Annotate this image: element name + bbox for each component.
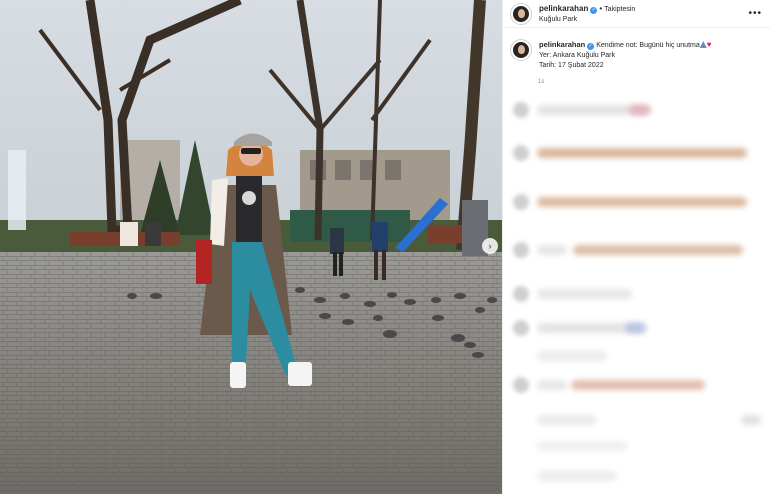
caption-avatar[interactable] — [511, 40, 531, 60]
blurred-comment — [503, 346, 770, 366]
blurred-emoji — [625, 323, 645, 333]
follow-status-button[interactable]: Takiptesin — [604, 6, 635, 13]
caption-username[interactable]: pelinkarahan — [539, 40, 585, 49]
blurred-comment-text — [537, 148, 747, 158]
comment-avatar — [513, 145, 529, 161]
blurred-comment — [503, 284, 770, 304]
comment-avatar — [513, 242, 529, 258]
blurred-comment-text — [537, 197, 747, 207]
blurred-comment-text — [537, 245, 567, 255]
caption-line-3: Tarih: 17 Şubat 2022 — [539, 62, 604, 69]
blurred-comment-text — [573, 245, 743, 255]
verified-badge-icon: ✓ — [587, 43, 595, 50]
header-text: pelinkarahan ✓ • Takiptesin Kuğulu Park — [539, 2, 635, 25]
blurred-comment-text — [537, 380, 567, 390]
next-photo-button[interactable]: › — [482, 238, 498, 254]
instagram-post-window: › pelinkarahan ✓ • Takiptesin Kuğulu Park •… — [0, 0, 770, 494]
blurred-comment — [503, 466, 770, 486]
caption-line-2: Yer: Ankara Kuğulu Park — [539, 52, 616, 59]
blurred-comment — [503, 240, 770, 260]
caption-body: pelinkarahan ✓ Kendime not: Bugünü hiç un… — [539, 40, 712, 71]
comment-avatar — [513, 286, 529, 302]
blurred-comment-text — [571, 380, 705, 390]
red-heart-emoji: ♥ — [706, 40, 712, 49]
blurred-comment — [503, 375, 770, 395]
comment-avatar — [513, 320, 529, 336]
caption-line-1: Kendime not: Bugünü hiç unutma — [596, 42, 700, 49]
post-sidebar: pelinkarahan ✓ • Takiptesin Kuğulu Park •••… — [502, 0, 770, 494]
blurred-comment-text — [537, 441, 627, 451]
post-time[interactable]: 1s — [503, 71, 770, 85]
location-link[interactable]: Kuğulu Park — [539, 15, 635, 25]
blurred-like-icon — [741, 415, 761, 425]
blurred-comment — [503, 143, 770, 163]
comment-avatar — [513, 377, 529, 393]
blurred-emoji — [629, 105, 651, 115]
blurred-comment — [503, 100, 770, 120]
more-options-icon[interactable]: ••• — [748, 8, 762, 19]
chevron-right-icon: › — [488, 241, 492, 251]
verified-badge-icon: ✓ — [590, 7, 598, 14]
comment-avatar — [513, 194, 529, 210]
post-photo[interactable]: › — [0, 0, 502, 494]
caption: pelinkarahan ✓ Kendime not: Bugünü hiç un… — [503, 28, 770, 71]
blurred-comment-text — [537, 351, 607, 361]
blurred-comment-text — [537, 471, 617, 481]
blurred-comment-text — [537, 415, 597, 425]
emoji-icon — [699, 41, 707, 48]
blurred-comment-text — [537, 289, 632, 299]
blurred-comment — [503, 410, 770, 430]
header-username[interactable]: pelinkarahan — [539, 4, 588, 13]
user-avatar[interactable] — [511, 3, 531, 24]
blurred-comment — [503, 318, 770, 338]
separator-dot: • — [599, 4, 603, 13]
blurred-comment — [503, 192, 770, 212]
park-photo-illustration — [0, 0, 502, 494]
comment-avatar — [513, 102, 529, 118]
blurred-comment — [503, 436, 770, 456]
post-header: pelinkarahan ✓ • Takiptesin Kuğulu Park ••• — [503, 0, 770, 28]
